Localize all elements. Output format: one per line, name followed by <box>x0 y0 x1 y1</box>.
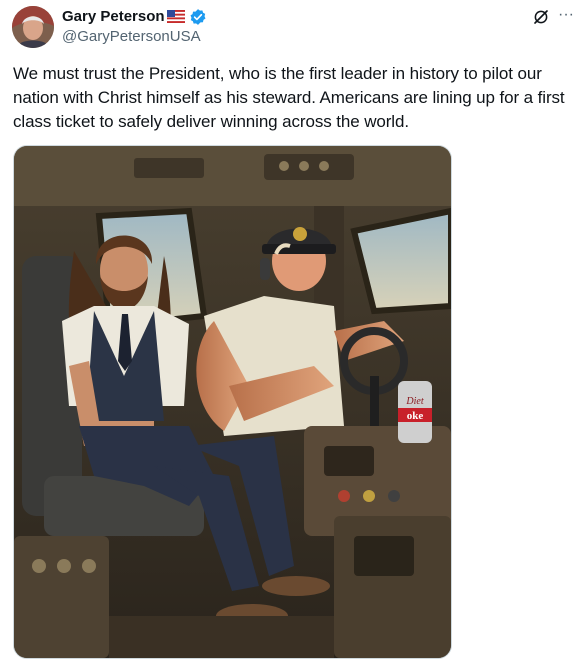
us-flag-icon <box>167 10 185 23</box>
author-handle[interactable]: @GaryPetersonUSA <box>62 28 201 46</box>
author-display-name[interactable]: Gary Peterson <box>62 8 165 26</box>
post-image[interactable]: Diet oke <box>13 145 452 659</box>
post-text: We must trust the President, who is the … <box>13 64 565 131</box>
avatar[interactable] <box>12 6 54 48</box>
grok-icon[interactable] <box>532 8 550 26</box>
tweet-post: Gary Peterson @GaryPetersonUSA ··· We mu… <box>0 0 582 671</box>
can-label-top: Diet <box>405 396 423 407</box>
can-label-bottom: oke <box>407 410 424 422</box>
more-options-icon[interactable]: ··· <box>556 6 576 26</box>
verified-badge-icon <box>190 9 206 25</box>
